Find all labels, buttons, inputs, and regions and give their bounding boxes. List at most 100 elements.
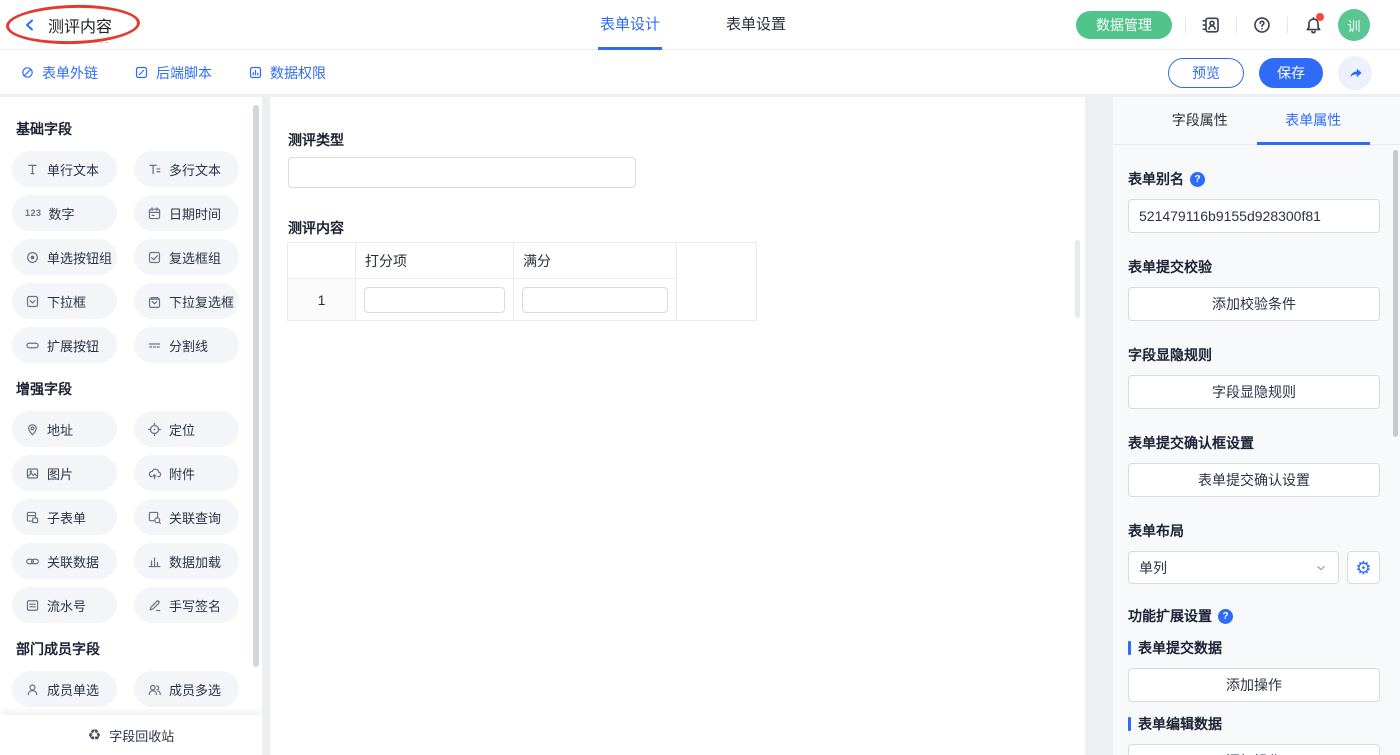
form-layout-select[interactable]: 单列 bbox=[1128, 551, 1339, 584]
field-item-label: 流水号 bbox=[47, 598, 87, 614]
toolbar-link-label: 后端脚本 bbox=[156, 64, 212, 81]
form-alias-input[interactable] bbox=[1128, 199, 1380, 233]
field-item-label: 多行文本 bbox=[169, 162, 222, 178]
canvas-field-label-eval-content: 测评内容 bbox=[288, 220, 344, 236]
field-item-multi-line-text[interactable]: 多行文本 bbox=[134, 151, 239, 187]
full-score-input[interactable] bbox=[522, 286, 668, 313]
field-item-related-data[interactable]: 关联数据 bbox=[12, 543, 117, 579]
notification-dot bbox=[1316, 13, 1324, 21]
submit-validation-label: 表单提交校验 bbox=[1128, 259, 1212, 275]
tab-form-design[interactable]: 表单设计 bbox=[598, 0, 663, 50]
divider bbox=[1185, 17, 1186, 33]
field-item-label: 分割线 bbox=[169, 338, 209, 354]
save-button[interactable]: 保存 bbox=[1259, 57, 1323, 88]
field-item-data-load[interactable]: 数据加载 bbox=[134, 543, 239, 579]
field-item-divider[interactable]: 分割线 bbox=[134, 327, 239, 363]
notification-bell-icon[interactable] bbox=[1301, 13, 1325, 37]
share-arrow-icon bbox=[1349, 68, 1362, 78]
field-item-radio-group[interactable]: 单选按钮组 bbox=[12, 239, 117, 275]
page-title: 测评内容 bbox=[48, 13, 112, 43]
field-visibility-button[interactable]: 字段显隐规则 bbox=[1128, 375, 1380, 409]
preview-button[interactable]: 预览 bbox=[1168, 57, 1244, 88]
script-icon bbox=[135, 66, 148, 79]
field-item-label: 手写签名 bbox=[169, 598, 222, 614]
toolbar-actions: 预览 保存 bbox=[1168, 50, 1372, 95]
canvas-scrollbar[interactable] bbox=[1075, 240, 1080, 318]
field-item-label: 附件 bbox=[169, 466, 196, 482]
field-item-extend-button[interactable]: 扩展按钮 bbox=[12, 327, 117, 363]
single-line-text-icon bbox=[25, 162, 40, 177]
contacts-book-icon[interactable] bbox=[1199, 13, 1223, 37]
help-question-icon[interactable] bbox=[1218, 608, 1233, 624]
share-button[interactable] bbox=[1338, 55, 1372, 90]
signature-icon bbox=[147, 598, 162, 613]
field-item-related-query[interactable]: 关联查询 bbox=[134, 499, 239, 535]
field-item-number[interactable]: 123 数字 bbox=[12, 195, 117, 231]
help-question-icon[interactable] bbox=[1190, 171, 1205, 187]
field-item-image[interactable]: 图片 bbox=[12, 455, 117, 491]
avatar[interactable]: 训 bbox=[1338, 9, 1370, 41]
eval-type-input[interactable] bbox=[288, 157, 636, 188]
layout-settings-button[interactable]: ⚙ bbox=[1347, 551, 1380, 584]
field-item-member-single[interactable]: 成员单选 bbox=[12, 671, 117, 707]
blue-bar bbox=[1128, 641, 1131, 655]
data-manage-button[interactable]: 数据管理 bbox=[1076, 11, 1172, 39]
divider bbox=[1236, 17, 1237, 33]
field-item-member-multi[interactable]: 成员多选 bbox=[134, 671, 239, 707]
field-item-subform[interactable]: 子表单 bbox=[12, 499, 117, 535]
enhanced-fields-grid: 地址 定位 图片 附件 子表单 关联查询 关联数据 数据加载 流水号 手写签名 bbox=[12, 411, 262, 623]
divider bbox=[1287, 17, 1288, 33]
field-item-serial-number[interactable]: 流水号 bbox=[12, 587, 117, 623]
field-item-label: 单行文本 bbox=[47, 162, 100, 178]
subtable-header-index bbox=[287, 242, 356, 279]
field-item-multi-select[interactable]: 下拉复选框 bbox=[134, 283, 239, 319]
edit-data-add-action-button[interactable]: 添加操作 bbox=[1128, 744, 1380, 755]
header-actions: 数据管理 训 bbox=[1076, 0, 1370, 50]
blue-bar bbox=[1128, 717, 1131, 731]
field-item-label: 下拉复选框 bbox=[169, 294, 235, 310]
field-item-signature[interactable]: 手写签名 bbox=[134, 587, 239, 623]
field-item-checkbox-group[interactable]: 复选框组 bbox=[134, 239, 239, 275]
toolbar-link-label: 数据权限 bbox=[270, 64, 326, 81]
submit-confirm-button[interactable]: 表单提交确认设置 bbox=[1128, 463, 1380, 497]
edit-data-label: 表单编辑数据 bbox=[1128, 714, 1380, 734]
link-icon bbox=[22, 67, 33, 78]
panel-scrollbar[interactable] bbox=[1393, 150, 1398, 437]
field-recycle-bin-button[interactable]: ♻ 字段回收站 bbox=[0, 715, 262, 755]
form-layout-value: 单列 bbox=[1139, 559, 1167, 576]
score-item-input[interactable] bbox=[364, 286, 505, 313]
chevron-down-icon bbox=[1317, 565, 1325, 570]
field-item-address[interactable]: 地址 bbox=[12, 411, 117, 447]
help-icon[interactable] bbox=[1250, 13, 1274, 37]
tab-form-settings[interactable]: 表单设置 bbox=[724, 0, 788, 50]
tab-form-properties[interactable]: 表单属性 bbox=[1256, 97, 1370, 145]
field-item-single-line-text[interactable]: 单行文本 bbox=[12, 151, 117, 187]
submit-data-add-action-button[interactable]: 添加操作 bbox=[1128, 668, 1380, 702]
form-external-link-button[interactable]: 表单外链 bbox=[20, 63, 98, 83]
field-item-select[interactable]: 下拉框 bbox=[12, 283, 117, 319]
form-design-canvas[interactable]: 测评类型 测评内容 打分项 满分 1 bbox=[270, 97, 1085, 755]
field-item-datetime[interactable]: 日期时间 bbox=[134, 195, 239, 231]
eval-content-subtable: 打分项 满分 1 bbox=[287, 242, 757, 321]
select-icon bbox=[25, 294, 40, 309]
button-icon bbox=[25, 338, 40, 353]
sub-form-icon bbox=[25, 510, 40, 525]
field-item-label: 下拉框 bbox=[47, 294, 87, 310]
backend-script-button[interactable]: 后端脚本 bbox=[134, 63, 212, 83]
form-toolbar: 表单外链 后端脚本 数据权限 预览 保存 bbox=[0, 50, 1400, 95]
back-navigation[interactable]: 测评内容 bbox=[22, 0, 112, 50]
data-permission-button[interactable]: 数据权限 bbox=[248, 63, 326, 83]
section-title-basic-fields: 基础字段 bbox=[16, 121, 72, 137]
top-header: 测评内容 表单设计 表单设置 数据管理 训 bbox=[0, 0, 1400, 50]
field-item-label: 关联数据 bbox=[47, 554, 100, 570]
extensions-label: 功能扩展设置 bbox=[1128, 606, 1380, 626]
tab-field-properties[interactable]: 字段属性 bbox=[1143, 97, 1257, 145]
header-tabs: 表单设计 表单设置 bbox=[598, 0, 788, 50]
bar-chart-icon bbox=[147, 554, 162, 569]
add-validation-button[interactable]: 添加校验条件 bbox=[1128, 287, 1380, 321]
field-item-attachment[interactable]: 附件 bbox=[134, 455, 239, 491]
sidebar-scrollbar[interactable] bbox=[253, 105, 259, 667]
checkbox-icon bbox=[147, 250, 162, 265]
field-item-locate[interactable]: 定位 bbox=[134, 411, 239, 447]
field-library-sidebar: 基础字段 单行文本 多行文本 123 数字 日期时间 单选按钮组 复选框组 下拉框… bbox=[0, 97, 262, 755]
